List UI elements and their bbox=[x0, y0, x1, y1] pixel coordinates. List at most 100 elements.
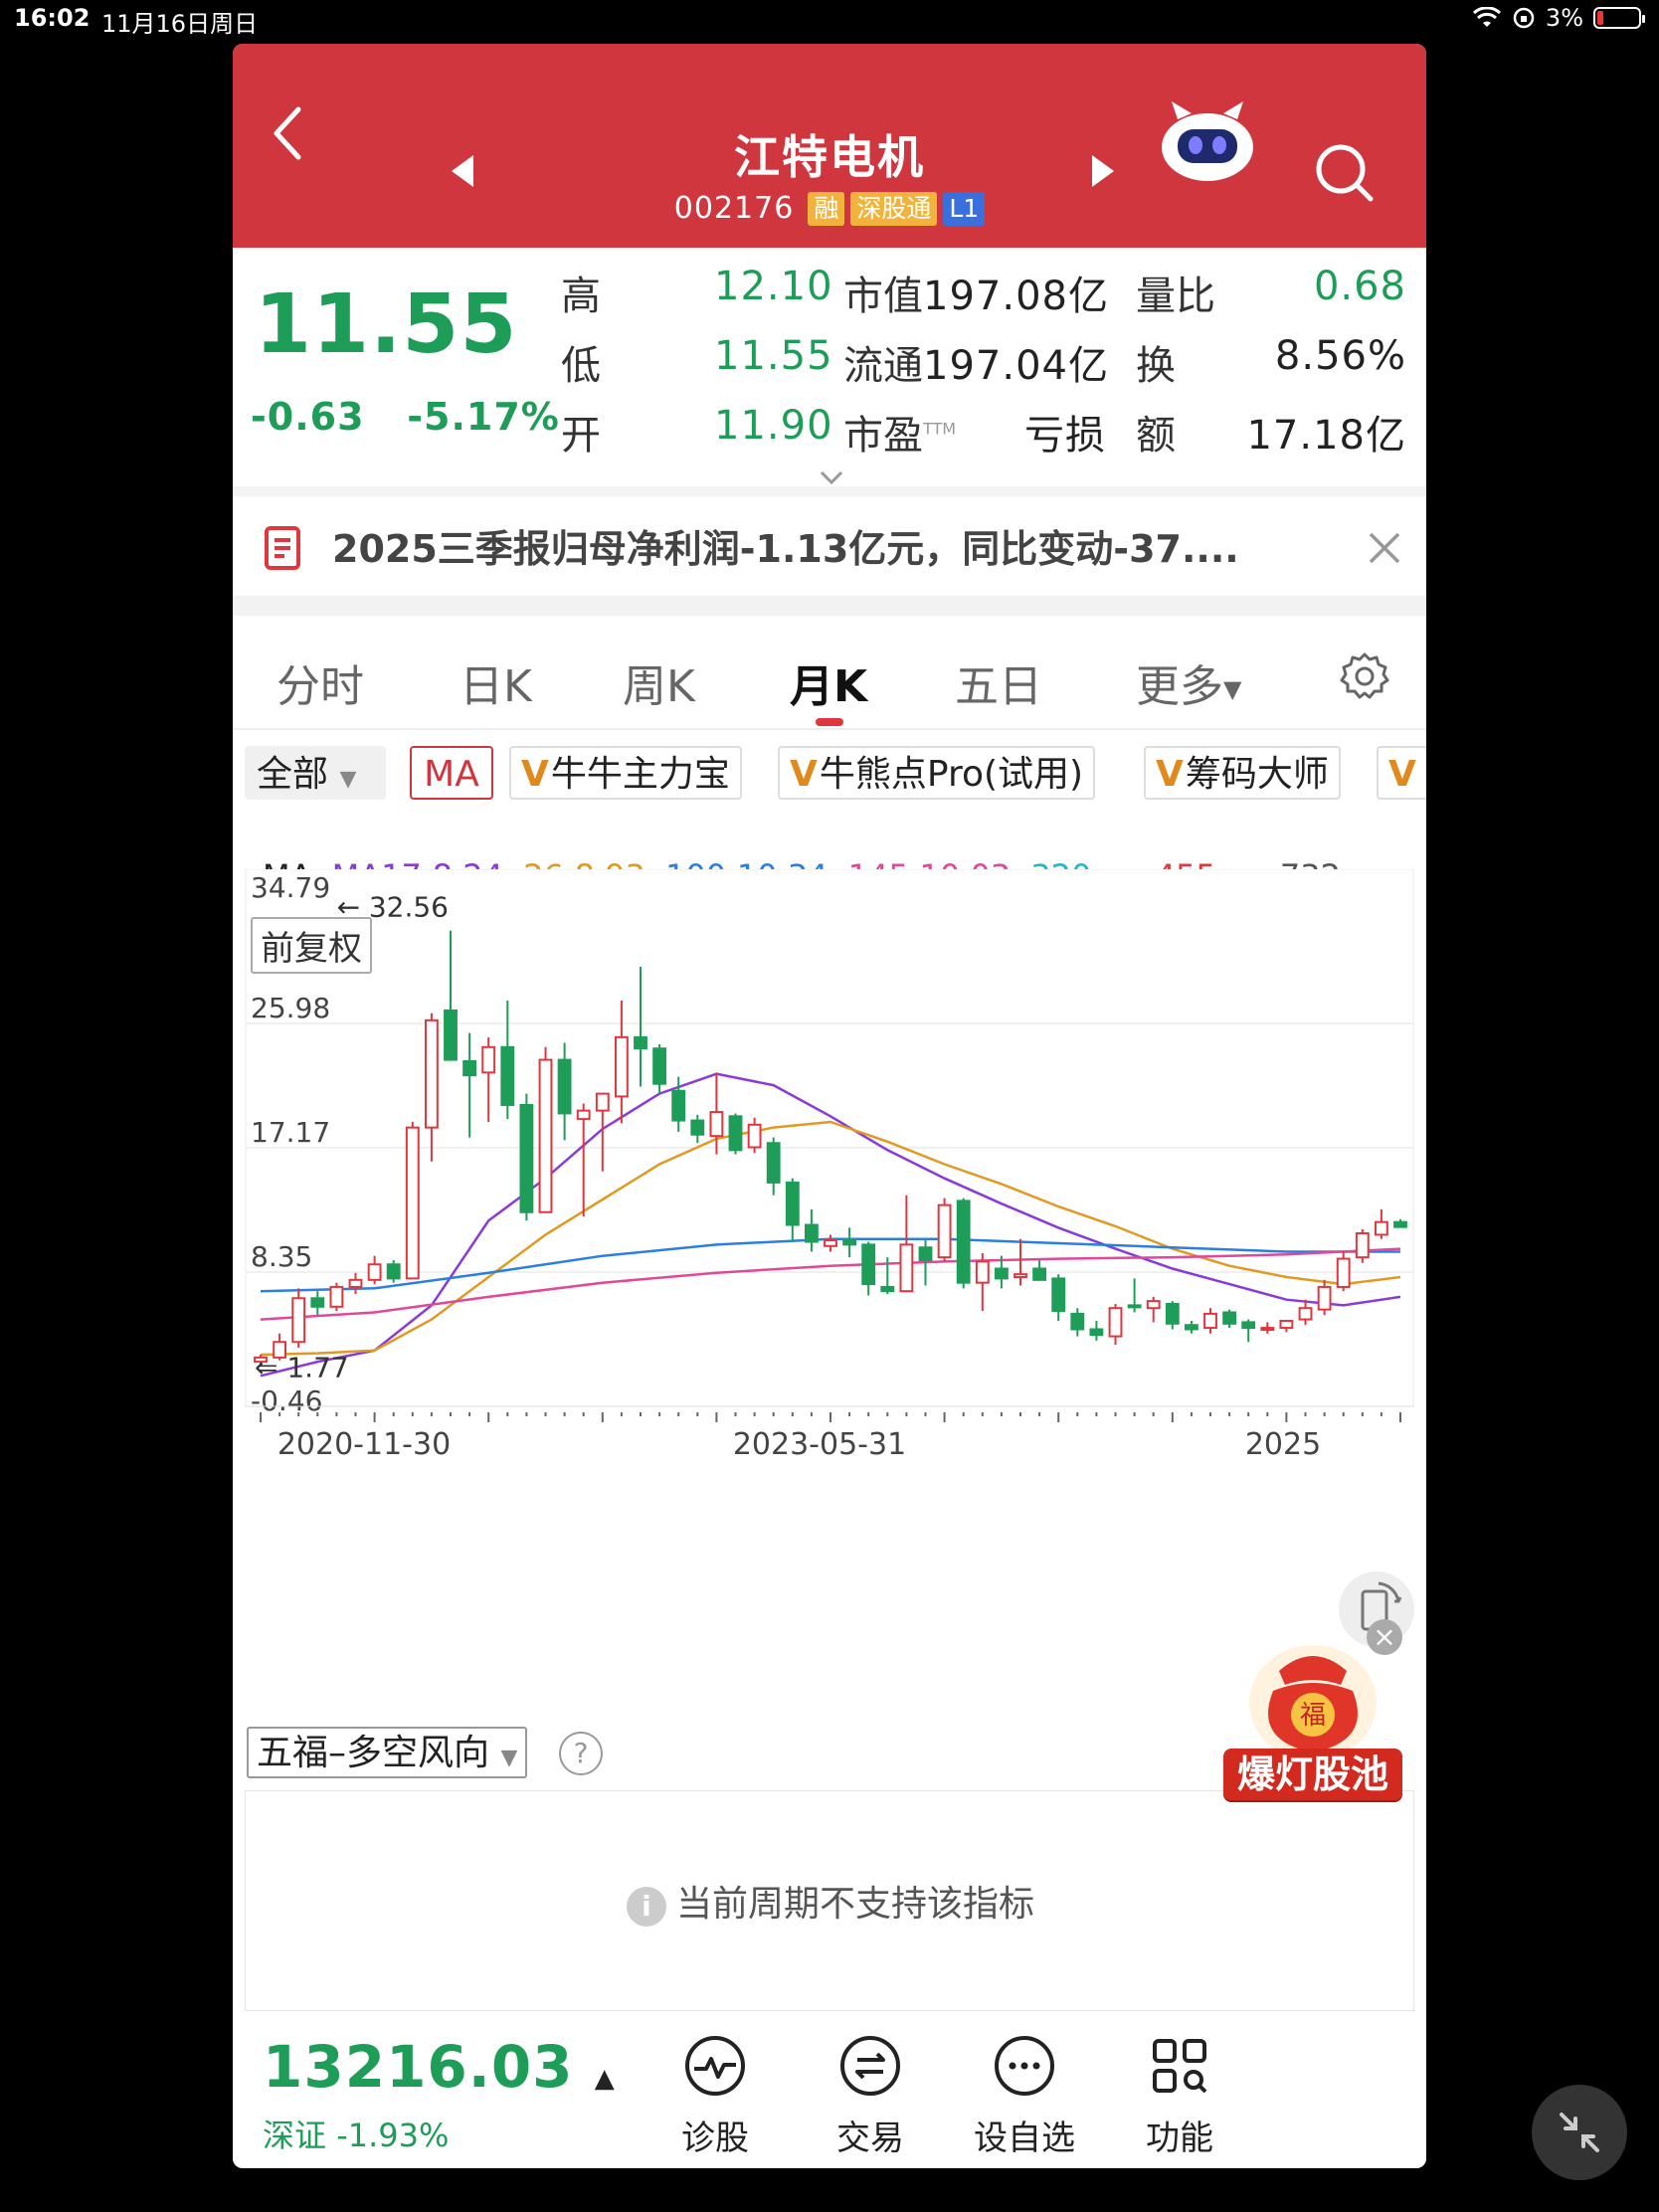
stock-code: 002176 bbox=[673, 191, 795, 226]
candle-body bbox=[444, 1009, 458, 1061]
candle-body bbox=[861, 1243, 876, 1286]
price-change: -0.63 -5.17% bbox=[251, 395, 560, 439]
index-name: 深证 bbox=[263, 2117, 327, 2154]
candle-body bbox=[1070, 1312, 1085, 1331]
battery-icon bbox=[1593, 7, 1645, 29]
status-bar: 16:02 11月16日周日 3% bbox=[0, 0, 1659, 40]
close-icon[interactable] bbox=[1367, 530, 1402, 566]
candle-body bbox=[1279, 1319, 1294, 1330]
candle-body bbox=[1355, 1232, 1370, 1259]
promo-stock-pool[interactable]: 福 爆灯股池 bbox=[1223, 1631, 1402, 1820]
mktcap-label: 市值 bbox=[843, 274, 923, 319]
period-tabs: 分时 日K 周K 月K 五日 更多▼ bbox=[233, 621, 1426, 730]
candle-body bbox=[1298, 1307, 1313, 1321]
vip-icon: V bbox=[521, 754, 549, 795]
candle-body bbox=[1260, 1327, 1275, 1332]
nav-diagnose[interactable]: 诊股 bbox=[655, 2031, 775, 2159]
collapse-arrows-icon bbox=[1560, 2113, 1599, 2152]
tab-monthly-k[interactable]: 月K bbox=[790, 650, 867, 714]
candle-body bbox=[880, 1285, 895, 1293]
turnover-label: 换 bbox=[1136, 343, 1176, 389]
candle-body bbox=[766, 1142, 781, 1184]
vip-icon: V bbox=[1156, 754, 1184, 795]
candle-body bbox=[1165, 1302, 1180, 1325]
status-date: 11月16日周日 bbox=[101, 10, 259, 38]
settings-gear-icon[interactable] bbox=[1339, 650, 1390, 702]
indicator-chip-chips-master[interactable]: V筹码大师 bbox=[1144, 746, 1341, 800]
monthly-k-chart[interactable]: 34.7925.9817.178.35-0.46← 32.56⇐ 1.77202… bbox=[245, 869, 1416, 1695]
candle-body bbox=[804, 1223, 819, 1243]
last-price: 11.55 bbox=[255, 277, 518, 372]
nav-functions[interactable]: 功能 bbox=[1120, 2031, 1239, 2159]
high-label: 高 bbox=[561, 274, 601, 319]
index-value[interactable]: 13216.03 ▲ bbox=[263, 2033, 616, 2101]
unsupported-message: i 当前周期不支持该指标 bbox=[246, 1875, 1415, 1927]
battery-percent: 3% bbox=[1545, 4, 1583, 32]
candle-body bbox=[899, 1243, 914, 1293]
x-tick-label: 2025 bbox=[1245, 1427, 1321, 1462]
candle-body bbox=[291, 1297, 306, 1344]
tab-weekly-k[interactable]: 周K bbox=[623, 650, 695, 714]
indicator-chip-more[interactable]: V bbox=[1377, 746, 1426, 800]
low-value: 11.55 bbox=[714, 333, 833, 379]
candle-body bbox=[1222, 1311, 1237, 1325]
nav-label: 诊股 bbox=[681, 2119, 749, 2158]
nav-label: 交易 bbox=[836, 2119, 904, 2158]
mktcap-value: 197.08亿 bbox=[923, 274, 1109, 319]
candle-body bbox=[671, 1089, 686, 1122]
tab-five-day[interactable]: 五日 bbox=[955, 650, 1042, 714]
more-dots-icon bbox=[995, 2036, 1054, 2096]
open-value: 11.90 bbox=[714, 403, 833, 449]
indicator-all-dropdown[interactable]: 全部 ▼ bbox=[245, 746, 386, 800]
amount-value: 17.18亿 bbox=[1246, 413, 1406, 459]
earnings-notice[interactable]: 2025三季报归母净利润-1.13亿元，同比变动-37.... bbox=[233, 496, 1426, 596]
tab-more[interactable]: 更多▼ bbox=[1136, 650, 1241, 714]
y-tick-label: 17.17 bbox=[251, 1116, 330, 1149]
indicator-all-label: 全部 bbox=[257, 754, 329, 795]
index-value-text: 13216.03 bbox=[263, 2033, 574, 2101]
nav-trade[interactable]: 交易 bbox=[811, 2031, 930, 2159]
expand-chevron-icon[interactable] bbox=[818, 468, 845, 486]
app-window: 江特电机 002176 融 深股通 L1 11.55 -0.63 -5.17% … bbox=[233, 44, 1426, 2168]
candle-body bbox=[462, 1059, 477, 1077]
robot-assistant-icon[interactable] bbox=[1158, 97, 1257, 187]
candle-body bbox=[937, 1203, 952, 1259]
candle-body bbox=[652, 1047, 667, 1085]
low-label: 低 bbox=[561, 343, 601, 389]
amount-label: 额 bbox=[1136, 413, 1176, 459]
candle-body bbox=[634, 1035, 647, 1050]
next-stock-icon[interactable] bbox=[1088, 153, 1118, 189]
candle-body bbox=[728, 1115, 743, 1152]
ma-chip[interactable]: MA bbox=[410, 746, 493, 800]
candle-body bbox=[367, 1263, 382, 1281]
minimize-button[interactable] bbox=[1532, 2085, 1627, 2180]
tab-intraday[interactable]: 分时 bbox=[276, 650, 364, 714]
candle-body bbox=[386, 1263, 401, 1280]
indicator-chip-bull-bear[interactable]: V牛熊点Pro(试用) bbox=[778, 746, 1096, 800]
candle-body bbox=[348, 1278, 363, 1288]
search-icon[interactable] bbox=[1313, 141, 1377, 205]
candle-body bbox=[405, 1126, 420, 1280]
candle-body bbox=[994, 1267, 1009, 1280]
y-tick-label: 34.79 bbox=[251, 871, 330, 904]
candle-body bbox=[975, 1260, 990, 1284]
float-label: 流通 bbox=[843, 343, 923, 389]
sub-indicator-dropdown[interactable]: 五福–多空风向 ▼ bbox=[247, 1727, 528, 1778]
change-value: -0.63 bbox=[251, 395, 365, 439]
sub-indicator-panel: i 当前周期不支持该指标 bbox=[245, 1790, 1414, 2011]
candle-body bbox=[519, 1103, 534, 1213]
adjust-mode-label[interactable]: 前复权 bbox=[251, 917, 372, 974]
pulse-icon bbox=[685, 2036, 745, 2096]
tab-more-label: 更多 bbox=[1136, 661, 1223, 712]
candle-body bbox=[595, 1092, 610, 1112]
indicator-chip-main-force[interactable]: V牛牛主力宝 bbox=[509, 746, 742, 800]
candle-body bbox=[709, 1111, 724, 1138]
candle-body bbox=[310, 1297, 325, 1308]
candle-body bbox=[1146, 1300, 1161, 1310]
nav-watchlist[interactable]: 设自选 bbox=[965, 2031, 1084, 2159]
tab-daily-k[interactable]: 日K bbox=[460, 650, 532, 714]
divider bbox=[233, 486, 1426, 496]
help-icon[interactable]: ? bbox=[559, 1732, 603, 1775]
exchange-icon bbox=[840, 2036, 900, 2096]
index-pct: -1.93% bbox=[336, 2117, 450, 2154]
